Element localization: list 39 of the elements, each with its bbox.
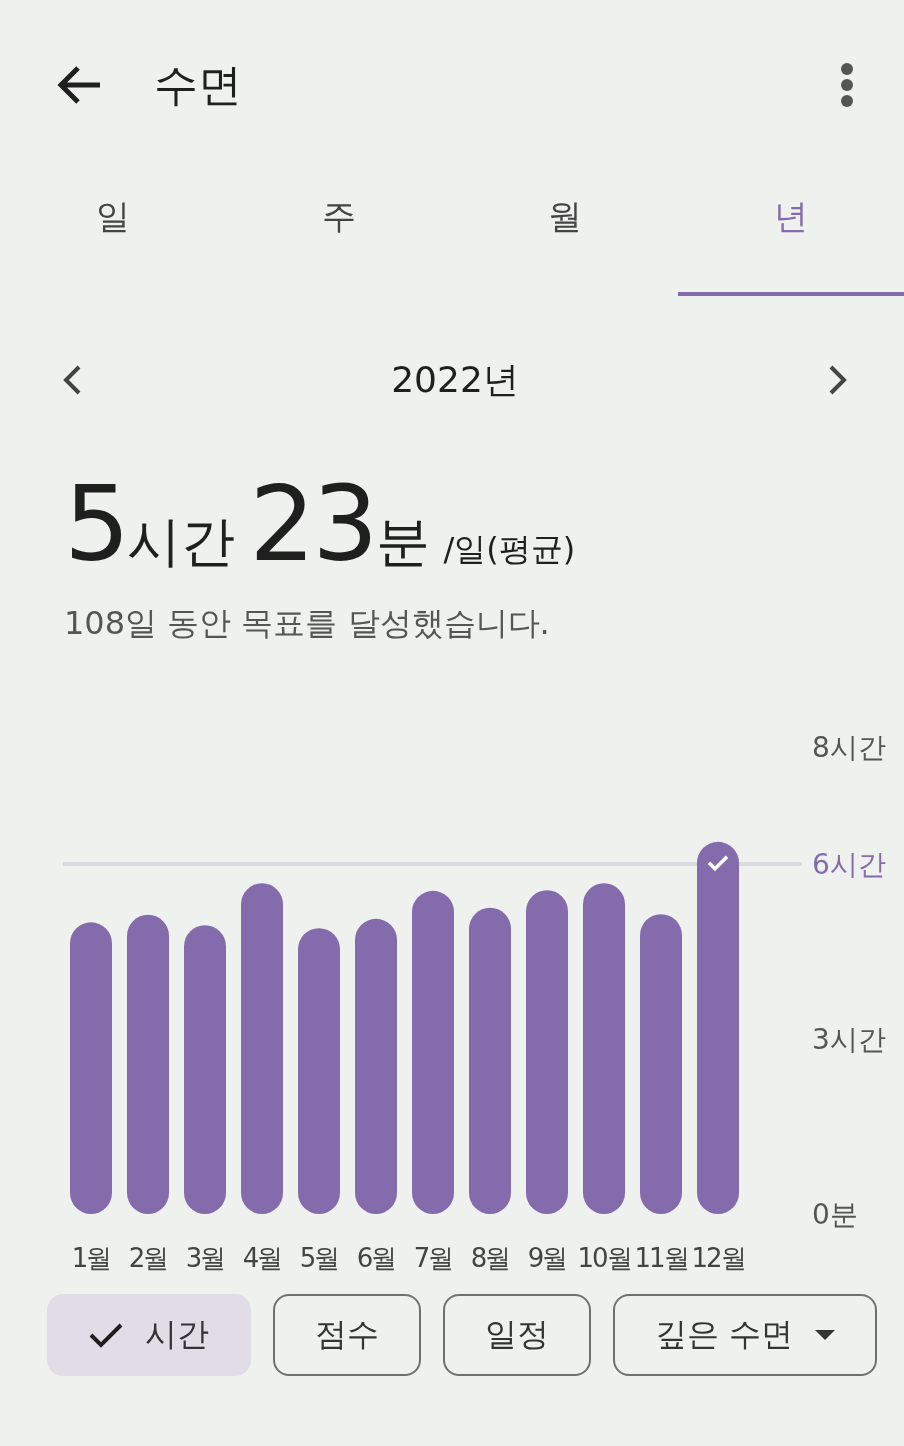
summary-value: 23	[249, 472, 376, 576]
check-icon	[89, 1322, 123, 1348]
summary-unit: 분	[375, 515, 430, 569]
chevron-left-icon	[62, 364, 82, 396]
filter-chip[interactable]: 시간	[47, 1294, 251, 1376]
goal-label: 6시간	[812, 848, 886, 881]
period-tab[interactable]: 주	[226, 170, 452, 296]
back-arrow-icon	[56, 65, 102, 105]
goal-summary-text: 108일 동안 목표를 달성했습니다.	[64, 603, 551, 644]
filter-chip[interactable]: 일정	[443, 1294, 591, 1376]
axis-label: 10월	[577, 1243, 631, 1273]
summary-value: 5	[64, 472, 128, 576]
axis-label: 6월	[356, 1243, 396, 1273]
axis-label: 7월	[413, 1243, 453, 1273]
axis-label: 1월	[71, 1243, 111, 1273]
axis-label: 5월	[299, 1243, 339, 1273]
axis-label: 12월	[691, 1243, 745, 1273]
axis-label: 8월	[470, 1243, 510, 1273]
axis-label: 3월	[185, 1243, 225, 1273]
axis-label: 4월	[242, 1243, 282, 1273]
filter-chip[interactable]: 점수	[273, 1294, 421, 1376]
check-icon	[707, 855, 729, 872]
axis-label: 9월	[527, 1243, 567, 1273]
axis-label: 3시간	[812, 1023, 886, 1056]
period-tab[interactable]: 일	[0, 170, 226, 296]
summary-unit: 시간	[127, 515, 236, 569]
page-title: 수면	[154, 57, 243, 112]
period-tab[interactable]: 월	[452, 170, 678, 296]
period-label: 2022년	[391, 357, 519, 402]
summary-suffix: /일(평균)	[443, 533, 576, 565]
axis-label: 11월	[634, 1243, 688, 1273]
dropdown-caret-icon	[815, 1330, 836, 1340]
axis-label: 0분	[812, 1198, 858, 1231]
filter-dropdown[interactable]: 깊은 수면	[613, 1294, 878, 1376]
chevron-right-icon	[828, 364, 848, 396]
period-tab[interactable]: 년	[678, 170, 904, 296]
axis-label: 8시간	[812, 731, 886, 765]
axis-label: 2월	[128, 1243, 168, 1273]
more-options-icon	[840, 63, 854, 107]
